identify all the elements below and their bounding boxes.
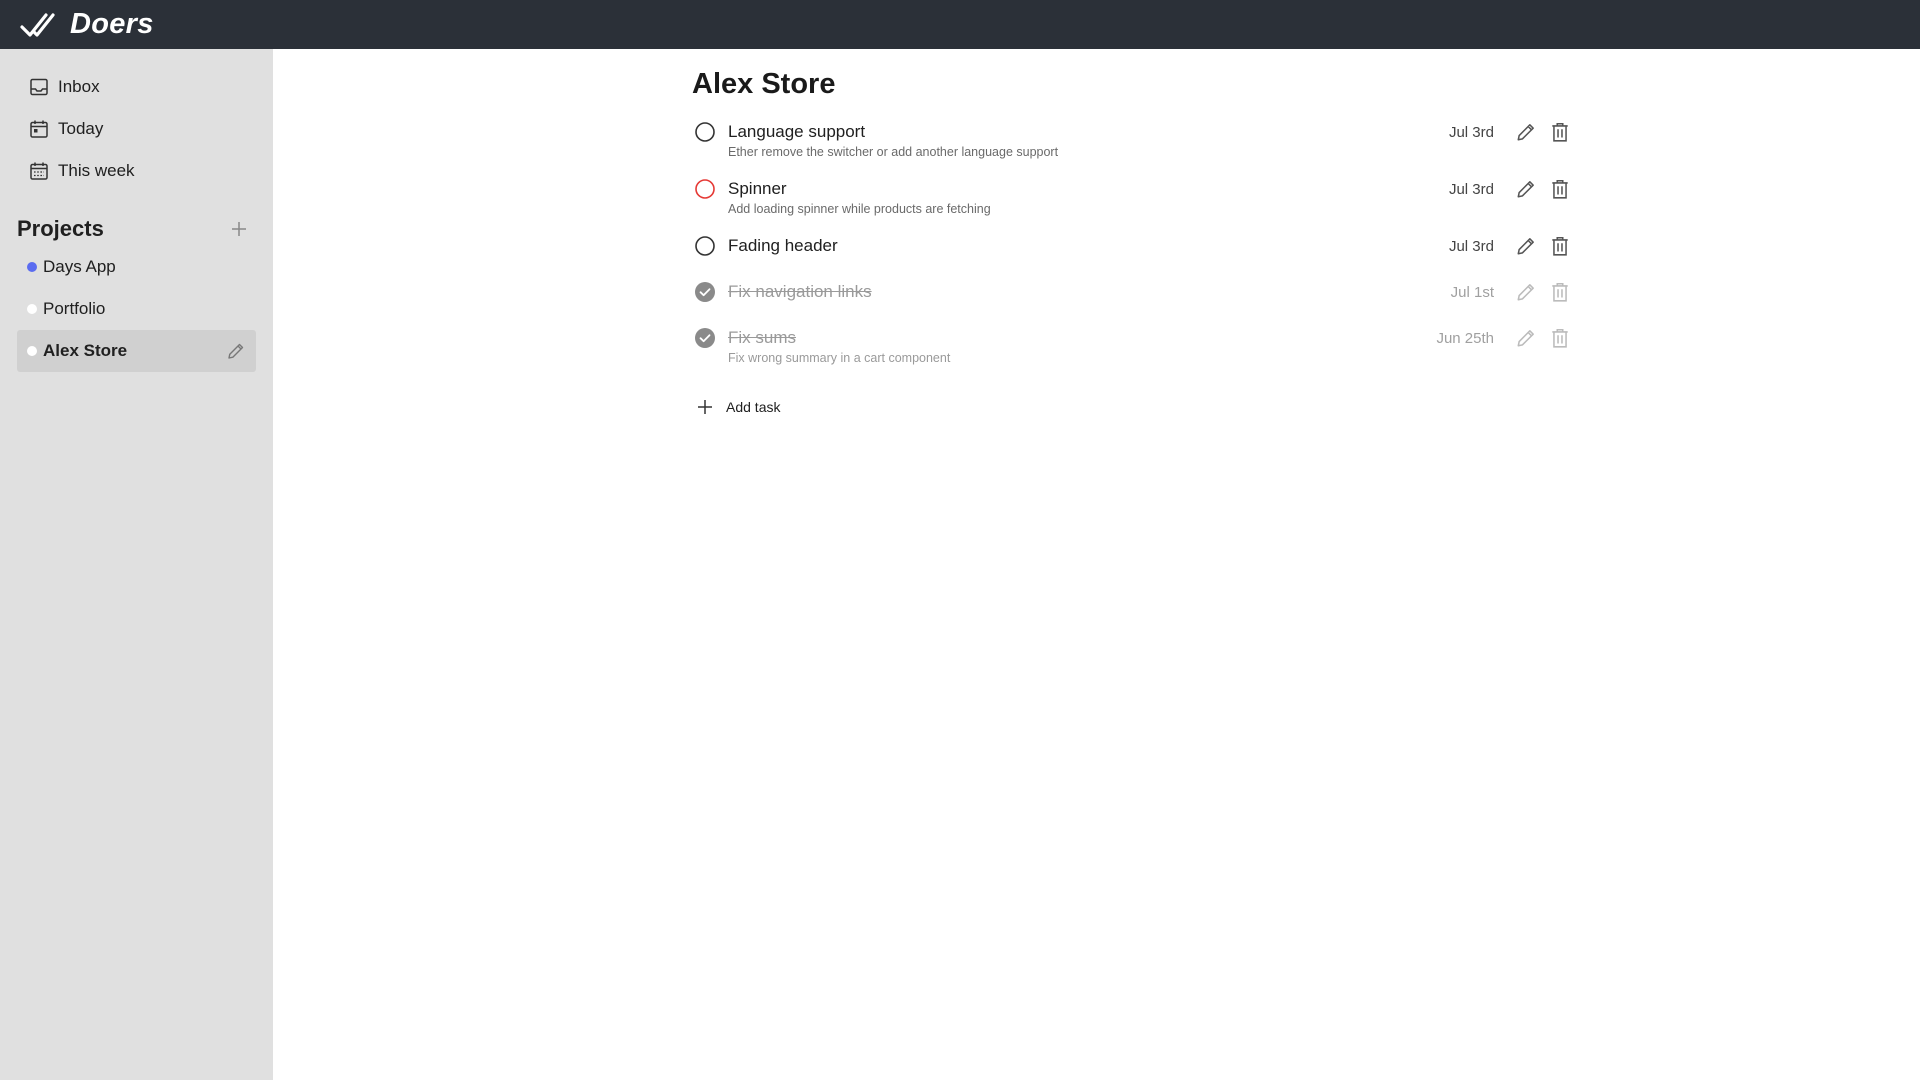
pencil-icon [1517,238,1534,255]
project-item-days-app[interactable]: Days App [17,246,256,288]
checked-circle-icon[interactable] [694,327,716,349]
circle-checkbox-icon[interactable] [694,121,716,143]
nav-today[interactable]: Today [17,108,256,150]
calendar-today-icon [28,118,50,140]
add-task-button[interactable]: Add task [692,392,1572,422]
delete-task-button[interactable] [1548,120,1572,144]
pencil-icon [1517,181,1534,198]
task-title[interactable]: Fading header [728,236,1449,256]
task-date: Jul 3rd [1448,180,1494,198]
delete-task-button[interactable] [1548,280,1572,304]
project-color-dot [27,304,37,314]
main-content: Alex Store Language support Jul 3rd Ethe… [692,49,1572,422]
delete-task-button[interactable] [1548,326,1572,350]
sidebar: Inbox Today This week Projects Days App … [0,49,273,1080]
nav-inbox-label: Inbox [58,77,100,96]
edit-task-button[interactable] [1514,280,1538,304]
edit-task-button[interactable] [1514,234,1538,258]
task-item: Language support Jul 3rd Ether remove th… [692,115,1572,172]
trash-icon [1552,122,1568,142]
checked-circle-icon[interactable] [694,281,716,303]
plus-icon [694,396,716,418]
task-title[interactable]: Fix navigation links [728,282,1451,302]
double-check-logo-icon [20,12,55,37]
page-title: Alex Store [692,68,836,100]
top-bar: Doers [0,0,1920,49]
task-date: Jul 1st [1450,283,1494,301]
task-item: Fix sums Jun 25th Fix wrong summary in a… [692,321,1572,378]
task-date: Jun 25th [1436,329,1494,347]
project-color-dot [27,262,37,272]
task-title[interactable]: Fix sums [728,328,1436,348]
pencil-icon [1517,330,1534,347]
trash-icon [1552,179,1568,199]
project-item-alex-store[interactable]: Alex Store [17,330,256,372]
task-date: Jul 3rd [1448,237,1494,255]
nav-this-week-label: This week [58,161,135,180]
calendar-week-icon [28,160,50,182]
task-title[interactable]: Spinner [728,179,1449,199]
projects-header: Projects [17,212,256,246]
task-description: Fix wrong summary in a cart component [728,351,951,365]
circle-checkbox-icon[interactable] [694,235,716,257]
edit-task-button[interactable] [1514,177,1538,201]
project-color-dot [27,346,37,356]
nav-inbox[interactable]: Inbox [17,66,256,108]
task-date: Jul 3rd [1448,123,1494,141]
plus-icon [232,222,246,236]
add-project-button[interactable] [228,218,250,240]
task-item: Fix navigation links Jul 1st [692,275,1572,309]
pencil-icon [1517,124,1534,141]
nav-this-week[interactable]: This week [17,150,256,192]
task-item: Spinner Jul 3rd Add loading spinner whil… [692,172,1572,229]
pencil-icon [1517,284,1534,301]
app-logo[interactable]: Doers [20,8,154,41]
edit-project-button[interactable] [226,341,246,361]
add-task-label: Add task [726,399,781,415]
trash-icon [1552,282,1568,302]
inbox-icon [28,76,50,98]
edit-task-button[interactable] [1514,120,1538,144]
nav-today-label: Today [58,119,104,138]
circle-checkbox-icon[interactable] [694,178,716,200]
project-label: Days App [43,257,116,276]
task-description: Add loading spinner while products are f… [728,202,991,216]
project-label: Alex Store [43,341,128,360]
project-label: Portfolio [43,299,106,318]
task-description: Ether remove the switcher or add another… [728,145,1059,159]
edit-task-button[interactable] [1514,326,1538,350]
projects-title: Projects [17,216,104,241]
delete-task-button[interactable] [1548,234,1572,258]
pencil-icon [228,343,244,359]
task-title[interactable]: Language support [728,122,1449,142]
app-name: Doers [70,8,154,40]
delete-task-button[interactable] [1548,177,1572,201]
project-item-portfolio[interactable]: Portfolio [17,288,256,330]
trash-icon [1552,236,1568,256]
trash-icon [1552,328,1568,348]
task-item: Fading header Jul 3rd [692,229,1572,263]
